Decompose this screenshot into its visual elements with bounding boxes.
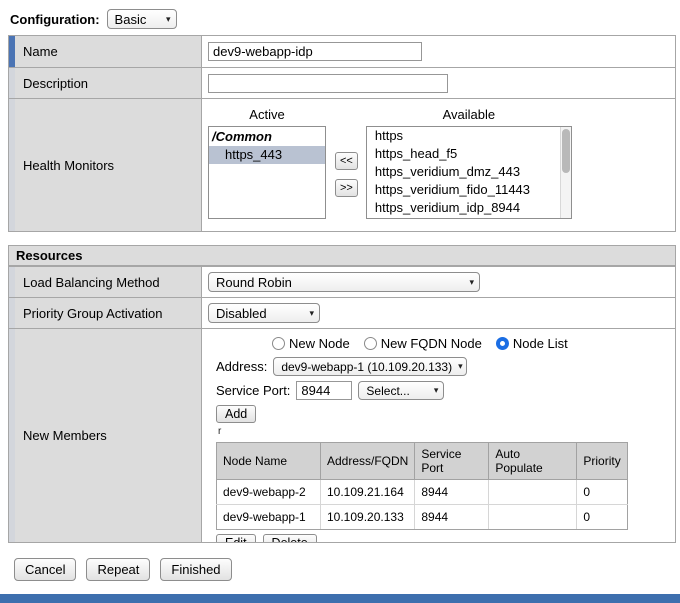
cell-priority: 0 bbox=[577, 505, 627, 530]
general-properties-table: Name Description Health Monitors Active bbox=[8, 35, 676, 232]
edit-button[interactable]: Edit bbox=[216, 534, 256, 542]
add-row: Add bbox=[216, 405, 256, 423]
resources-title: Resources bbox=[16, 248, 82, 263]
available-monitors-listbox[interactable]: https https_head_f5 https_veridium_dmz_4… bbox=[366, 126, 572, 219]
member-type-radio-group: New Node New FQDN Node Node List bbox=[272, 336, 568, 351]
address-row: Address: dev9-webapp-1 (10.109.20.133) ▾ bbox=[216, 357, 467, 376]
add-button[interactable]: Add bbox=[216, 405, 256, 423]
column-header: Node Name bbox=[217, 443, 321, 480]
configuration-row: Configuration: Basic ▾ bbox=[10, 9, 177, 29]
port-preset-value: Select... bbox=[366, 384, 409, 398]
active-list-title: Active bbox=[208, 107, 326, 126]
table-row[interactable]: dev9-webapp-2 10.109.21.164 8944 0 bbox=[217, 480, 628, 505]
chevron-down-icon: ▾ bbox=[309, 309, 314, 318]
load-balancing-select[interactable]: Round Robin ▾ bbox=[208, 272, 480, 292]
stray-text: r bbox=[218, 427, 221, 436]
available-monitor-item[interactable]: https_veridium_dmz_443 bbox=[367, 163, 571, 181]
chevron-down-icon: ▾ bbox=[166, 15, 171, 24]
delete-button[interactable]: Delete bbox=[263, 534, 317, 542]
column-header: Auto Populate bbox=[489, 443, 577, 480]
radio-new-node[interactable]: New Node bbox=[272, 336, 350, 351]
table-row[interactable]: dev9-webapp-1 10.109.20.133 8944 0 bbox=[217, 505, 628, 530]
load-balancing-row: Load Balancing Method Round Robin ▾ bbox=[9, 267, 675, 297]
cell-auto-populate bbox=[489, 505, 577, 530]
priority-group-row: Priority Group Activation Disabled ▾ bbox=[9, 297, 675, 328]
column-header: Priority bbox=[577, 443, 627, 480]
configuration-label: Configuration: bbox=[10, 12, 100, 27]
cell-service-port: 8944 bbox=[415, 505, 489, 530]
radio-new-fqdn-node[interactable]: New FQDN Node bbox=[364, 336, 482, 351]
bottom-accent-bar bbox=[0, 594, 680, 603]
description-input[interactable] bbox=[208, 74, 448, 93]
cell-priority: 0 bbox=[577, 480, 627, 505]
radio-circle-icon bbox=[496, 337, 509, 350]
members-table: Node Name Address/FQDN Service Port Auto… bbox=[216, 442, 628, 530]
edit-delete-row: Edit Delete bbox=[216, 534, 317, 542]
cell-address: 10.109.20.133 bbox=[321, 505, 415, 530]
address-label: Address: bbox=[216, 359, 267, 374]
move-to-available-button[interactable]: >> bbox=[335, 179, 358, 197]
active-monitor-item[interactable]: https_443 bbox=[209, 146, 325, 164]
cell-node-name: dev9-webapp-2 bbox=[217, 480, 321, 505]
cell-service-port: 8944 bbox=[415, 480, 489, 505]
priority-group-select[interactable]: Disabled ▾ bbox=[208, 303, 320, 323]
configuration-select[interactable]: Basic ▾ bbox=[107, 9, 177, 29]
available-monitor-item[interactable]: https_veridium_idp_8944 bbox=[367, 199, 571, 217]
active-monitors-listbox[interactable]: /Common https_443 bbox=[208, 126, 326, 219]
chevron-down-icon: ▾ bbox=[469, 278, 474, 287]
cancel-button[interactable]: Cancel bbox=[14, 558, 76, 581]
description-row: Description bbox=[9, 67, 675, 98]
priority-group-label: Priority Group Activation bbox=[23, 306, 162, 321]
radio-node-list[interactable]: Node List bbox=[496, 336, 568, 351]
form-action-buttons: Cancel Repeat Finished bbox=[14, 558, 232, 581]
column-header: Address/FQDN bbox=[321, 443, 415, 480]
configuration-select-value: Basic bbox=[115, 12, 147, 27]
cell-address: 10.109.21.164 bbox=[321, 480, 415, 505]
service-port-row: Service Port: Select... ▾ bbox=[216, 381, 444, 400]
name-label: Name bbox=[23, 44, 58, 59]
monitor-partition-group: /Common bbox=[209, 127, 325, 146]
radio-label: New Node bbox=[289, 336, 350, 351]
move-to-active-button[interactable]: << bbox=[335, 152, 358, 170]
pool-configuration-page: Configuration: Basic ▾ Name Description bbox=[0, 0, 680, 603]
description-label: Description bbox=[23, 76, 88, 91]
radio-label: New FQDN Node bbox=[381, 336, 482, 351]
chevron-down-icon: ▾ bbox=[434, 386, 439, 395]
port-preset-select[interactable]: Select... ▾ bbox=[358, 381, 444, 400]
cell-auto-populate bbox=[489, 480, 577, 505]
address-select[interactable]: dev9-webapp-1 (10.109.20.133) ▾ bbox=[273, 357, 467, 376]
scrollbar[interactable] bbox=[560, 127, 571, 218]
new-members-row: New Members New Node New FQDN Node Node … bbox=[9, 328, 675, 542]
available-monitor-item[interactable]: https bbox=[367, 127, 571, 145]
cell-node-name: dev9-webapp-1 bbox=[217, 505, 321, 530]
resources-section-header: Resources bbox=[8, 245, 676, 266]
name-row: Name bbox=[9, 36, 675, 67]
health-monitors-row: Health Monitors Active /Common https_443… bbox=[9, 98, 675, 231]
load-balancing-label: Load Balancing Method bbox=[23, 275, 160, 290]
health-monitors-label: Health Monitors bbox=[23, 158, 114, 173]
available-monitor-item[interactable]: https_head_f5 bbox=[367, 145, 571, 163]
column-header: Service Port bbox=[415, 443, 489, 480]
radio-circle-icon bbox=[272, 337, 285, 350]
finished-button[interactable]: Finished bbox=[160, 558, 231, 581]
members-table-header-row: Node Name Address/FQDN Service Port Auto… bbox=[217, 443, 628, 480]
chevron-down-icon: ▾ bbox=[458, 362, 463, 371]
new-members-label: New Members bbox=[23, 428, 107, 443]
name-input[interactable] bbox=[208, 42, 422, 61]
resources-table: Load Balancing Method Round Robin ▾ Prio… bbox=[8, 266, 676, 543]
service-port-label: Service Port: bbox=[216, 383, 290, 398]
radio-circle-icon bbox=[364, 337, 377, 350]
radio-label: Node List bbox=[513, 336, 568, 351]
available-list-title: Available bbox=[366, 107, 572, 126]
address-value: dev9-webapp-1 (10.109.20.133) bbox=[281, 360, 452, 374]
load-balancing-value: Round Robin bbox=[216, 275, 292, 290]
scrollbar-thumb[interactable] bbox=[562, 129, 570, 173]
repeat-button[interactable]: Repeat bbox=[86, 558, 150, 581]
service-port-input[interactable] bbox=[296, 381, 352, 400]
available-monitor-item[interactable]: https_veridium_fido_11443 bbox=[367, 181, 571, 199]
priority-group-value: Disabled bbox=[216, 306, 267, 321]
